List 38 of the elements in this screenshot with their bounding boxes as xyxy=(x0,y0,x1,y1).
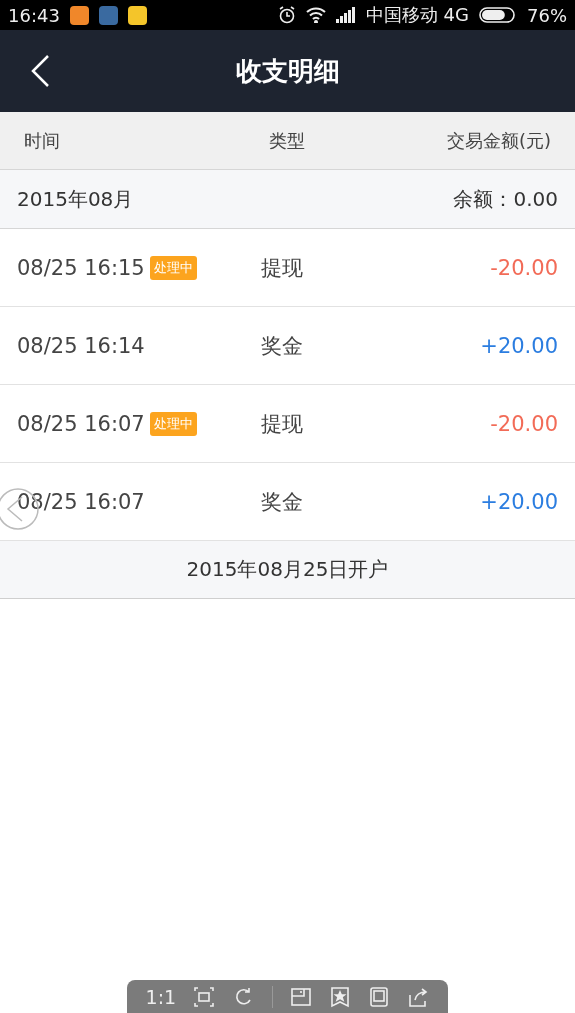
wifi-icon xyxy=(305,7,326,23)
transaction-amount: -20.00 xyxy=(490,255,558,280)
page-title: 收支明细 xyxy=(235,54,340,88)
column-header: 交易金额(元) xyxy=(446,128,551,153)
save-icon[interactable] xyxy=(289,985,312,1008)
signal-icon xyxy=(335,7,356,23)
share-icon[interactable] xyxy=(407,985,430,1008)
account-opened-label: 2015年08月25日开户 xyxy=(186,556,389,583)
transaction-type: 提现 xyxy=(261,410,303,438)
transaction-amount: +20.00 xyxy=(480,489,558,514)
transaction-time: 08/25 16:07 xyxy=(17,411,145,436)
transaction-amount: +20.00 xyxy=(480,333,558,358)
carrier-label: 中国移动 4G xyxy=(365,3,469,27)
battery-icon xyxy=(479,7,517,23)
column-header: 类型 xyxy=(269,128,306,153)
column-header: 时间 xyxy=(24,128,60,153)
back-icon[interactable] xyxy=(30,54,50,88)
month-label: 2015年08月 xyxy=(17,185,134,213)
transaction-type: 奖金 xyxy=(261,332,303,360)
bookmark-star-icon[interactable] xyxy=(329,985,351,1008)
status-badge: 处理中 xyxy=(149,411,197,436)
status-time: 16:43 xyxy=(8,4,60,26)
fit-screen-icon[interactable] xyxy=(193,985,216,1008)
transaction-time: 08/25 16:07 xyxy=(17,489,145,514)
status-badge: 处理中 xyxy=(149,255,197,280)
zoom-actual-size-button[interactable]: 1:1 xyxy=(145,985,177,1008)
alarm-icon xyxy=(277,6,296,24)
transaction-amount: -20.00 xyxy=(490,411,558,436)
transaction-type: 提现 xyxy=(261,254,303,282)
app-icon xyxy=(69,5,89,25)
battery-percent: 76% xyxy=(527,4,567,26)
tablet-icon[interactable] xyxy=(368,985,391,1008)
app-icon xyxy=(98,5,118,25)
transaction-time: 08/25 16:14 xyxy=(17,333,145,358)
app-icon xyxy=(127,5,147,25)
balance-label: 余额：0.00 xyxy=(453,185,558,213)
transaction-time: 08/25 16:15 xyxy=(17,255,145,280)
transaction-type: 奖金 xyxy=(261,488,303,516)
